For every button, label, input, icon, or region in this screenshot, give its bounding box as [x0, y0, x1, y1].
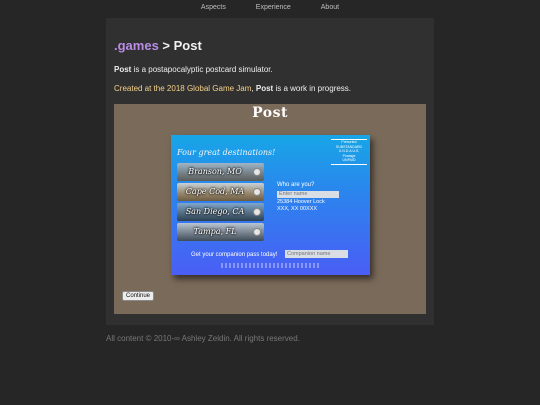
postcard-headline: Four great destinations!	[177, 148, 276, 157]
destination-label: Cape Cod, MA	[185, 187, 245, 196]
intro-text: Post is a postapocalyptic postcard simul…	[114, 65, 273, 74]
page-title: .games > Post	[114, 38, 202, 53]
game-title: Post	[252, 105, 288, 121]
destination-radio[interactable]	[253, 228, 261, 236]
site-link[interactable]: .games	[114, 38, 159, 53]
address-line: 25384 Hoover Lock	[277, 199, 325, 205]
companion-input[interactable]	[285, 250, 348, 258]
destination-radio[interactable]	[253, 208, 261, 216]
name-input[interactable]	[277, 191, 339, 198]
companion-label: Get your companion pass today!	[191, 252, 278, 258]
nav-link-experience[interactable]: Experience	[256, 4, 291, 11]
fine-print-decoration	[221, 263, 321, 268]
title-separator: >	[158, 38, 174, 53]
status-game-name: Post	[255, 84, 274, 93]
intro-game-name: Post	[114, 65, 132, 74]
status-tail: is a work in progress.	[273, 84, 352, 93]
address-line: XXX, XX 00XXX	[277, 206, 318, 212]
content-panel: .games > Post Post is a postapocalyptic …	[106, 18, 434, 325]
destination-branson[interactable]: Branson, MO	[177, 163, 264, 181]
intro-description: is a postapocalyptic postcard simulator.	[131, 65, 273, 74]
destination-tampa[interactable]: Tampa, FL	[177, 223, 264, 241]
destination-radio[interactable]	[253, 168, 261, 176]
destination-cape-cod[interactable]: Cape Cod, MA	[177, 183, 264, 201]
status-text: Created at the 2018 Global Game Jam, Pos…	[114, 84, 351, 93]
destination-san-diego[interactable]: San Diego, CA	[177, 203, 264, 221]
nav-link-aspects[interactable]: Aspects	[201, 4, 226, 11]
stamp-border-bottom	[331, 164, 367, 165]
destination-label: Branson, MO	[188, 167, 242, 176]
who-label: Who are you?	[277, 182, 315, 188]
destination-label: San Diego, CA	[185, 207, 245, 216]
stamp-line: UNPAID	[342, 158, 356, 163]
nav-link-about[interactable]: About	[321, 4, 339, 11]
top-nav: Aspects Experience About	[0, 4, 540, 11]
destination-radio[interactable]	[253, 188, 261, 196]
page-name: Post	[173, 38, 202, 53]
gamejam-link[interactable]: Created at the 2018 Global Game Jam	[114, 84, 251, 93]
continue-button[interactable]: Continue	[122, 291, 155, 301]
game-canvas[interactable]: Post Presorted SUBSTANDARD U.N.D.A.U.S. …	[114, 104, 426, 314]
footer-copyright: All content © 2010-∞ Ashley Zeldin. All …	[106, 334, 300, 343]
postage-stamp: Presorted SUBSTANDARD U.N.D.A.U.S. Posta…	[331, 140, 367, 164]
postcard: Presorted SUBSTANDARD U.N.D.A.U.S. Posta…	[171, 135, 370, 275]
destination-label: Tampa, FL	[193, 227, 237, 236]
address-block: 25384 Hoover Lock XXX, XX 00XXX	[277, 199, 325, 213]
